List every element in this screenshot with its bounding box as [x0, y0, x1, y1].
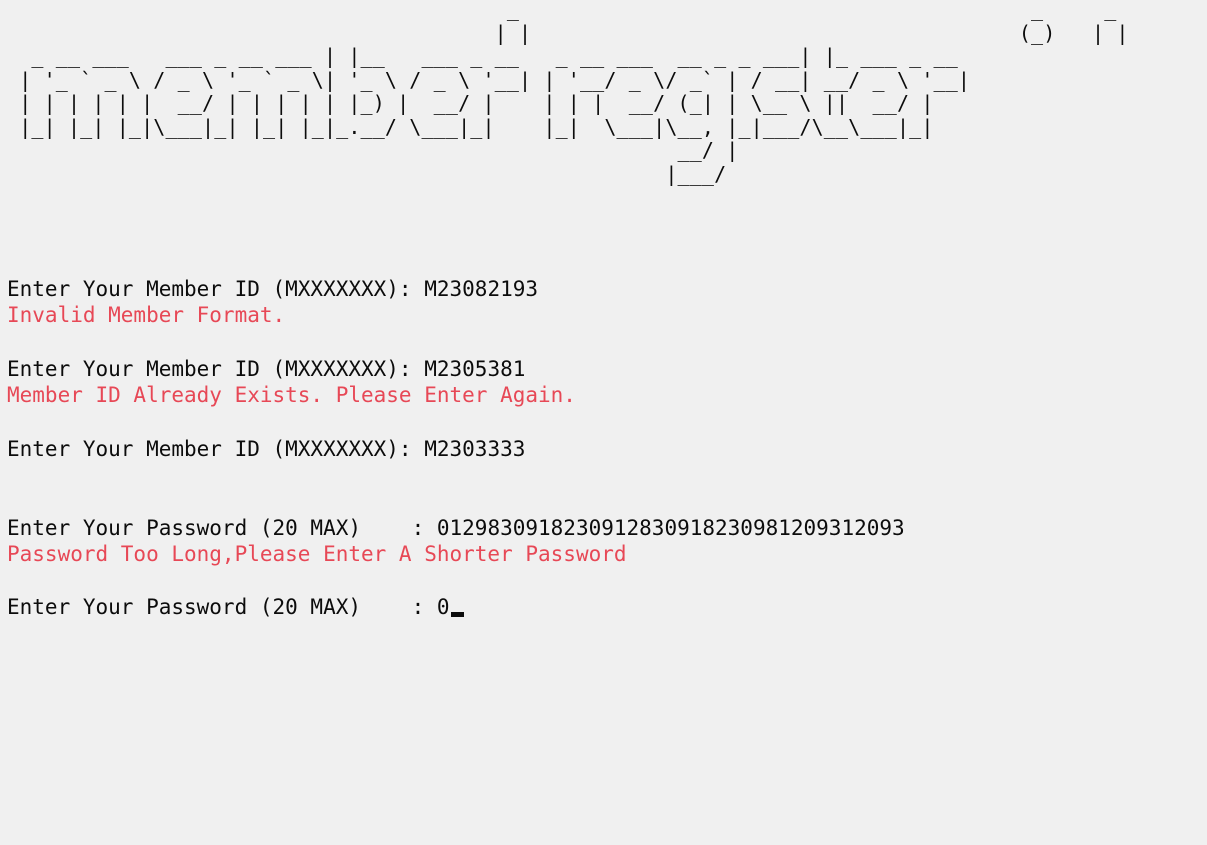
password-prompt-2[interactable]: Enter Your Password (20 MAX) : 0 [7, 594, 464, 620]
text-cursor [450, 612, 464, 617]
prompt-label: Enter Your Password (20 MAX) : [7, 595, 437, 619]
member-id-entry-2: M2305381 [424, 357, 526, 381]
error-message-1: Invalid Member Format. [7, 303, 286, 327]
member-id-prompt-3: Enter Your Member ID (MXXXXXXX): M230333… [7, 436, 525, 462]
password-entry-1: 0129830918230912830918230981209312093 [436, 516, 905, 540]
prompt-label: Enter Your Member ID (MXXXXXXX): [7, 437, 425, 461]
prompt-label: Enter Your Member ID (MXXXXXXX): [7, 277, 425, 301]
ascii-banner: _ _ _ | | (_) | | _ __ ___ ___ _ __ ___ … [19, 0, 1129, 186]
error-message-3: Password Too Long,Please Enter A Shorter… [7, 542, 627, 566]
error-message-2: Member ID Already Exists. Please Enter A… [7, 383, 576, 407]
prompt-label: Enter Your Member ID (MXXXXXXX): [7, 357, 425, 381]
password-input[interactable]: 0 [437, 595, 450, 619]
password-prompt-1: Enter Your Password (20 MAX) : 012983091… [7, 515, 905, 541]
member-id-prompt-2: Enter Your Member ID (MXXXXXXX): M230538… [7, 356, 525, 382]
member-id-entry-1: M23082193 [424, 277, 539, 301]
member-id-prompt-1: Enter Your Member ID (MXXXXXXX): M230821… [7, 276, 538, 302]
prompt-label: Enter Your Password (20 MAX) : [7, 516, 437, 540]
member-id-entry-3: M2303333 [424, 437, 526, 461]
console-window[interactable]: _ _ _ | | (_) | | _ __ ___ ___ _ __ ___ … [0, 0, 1207, 845]
